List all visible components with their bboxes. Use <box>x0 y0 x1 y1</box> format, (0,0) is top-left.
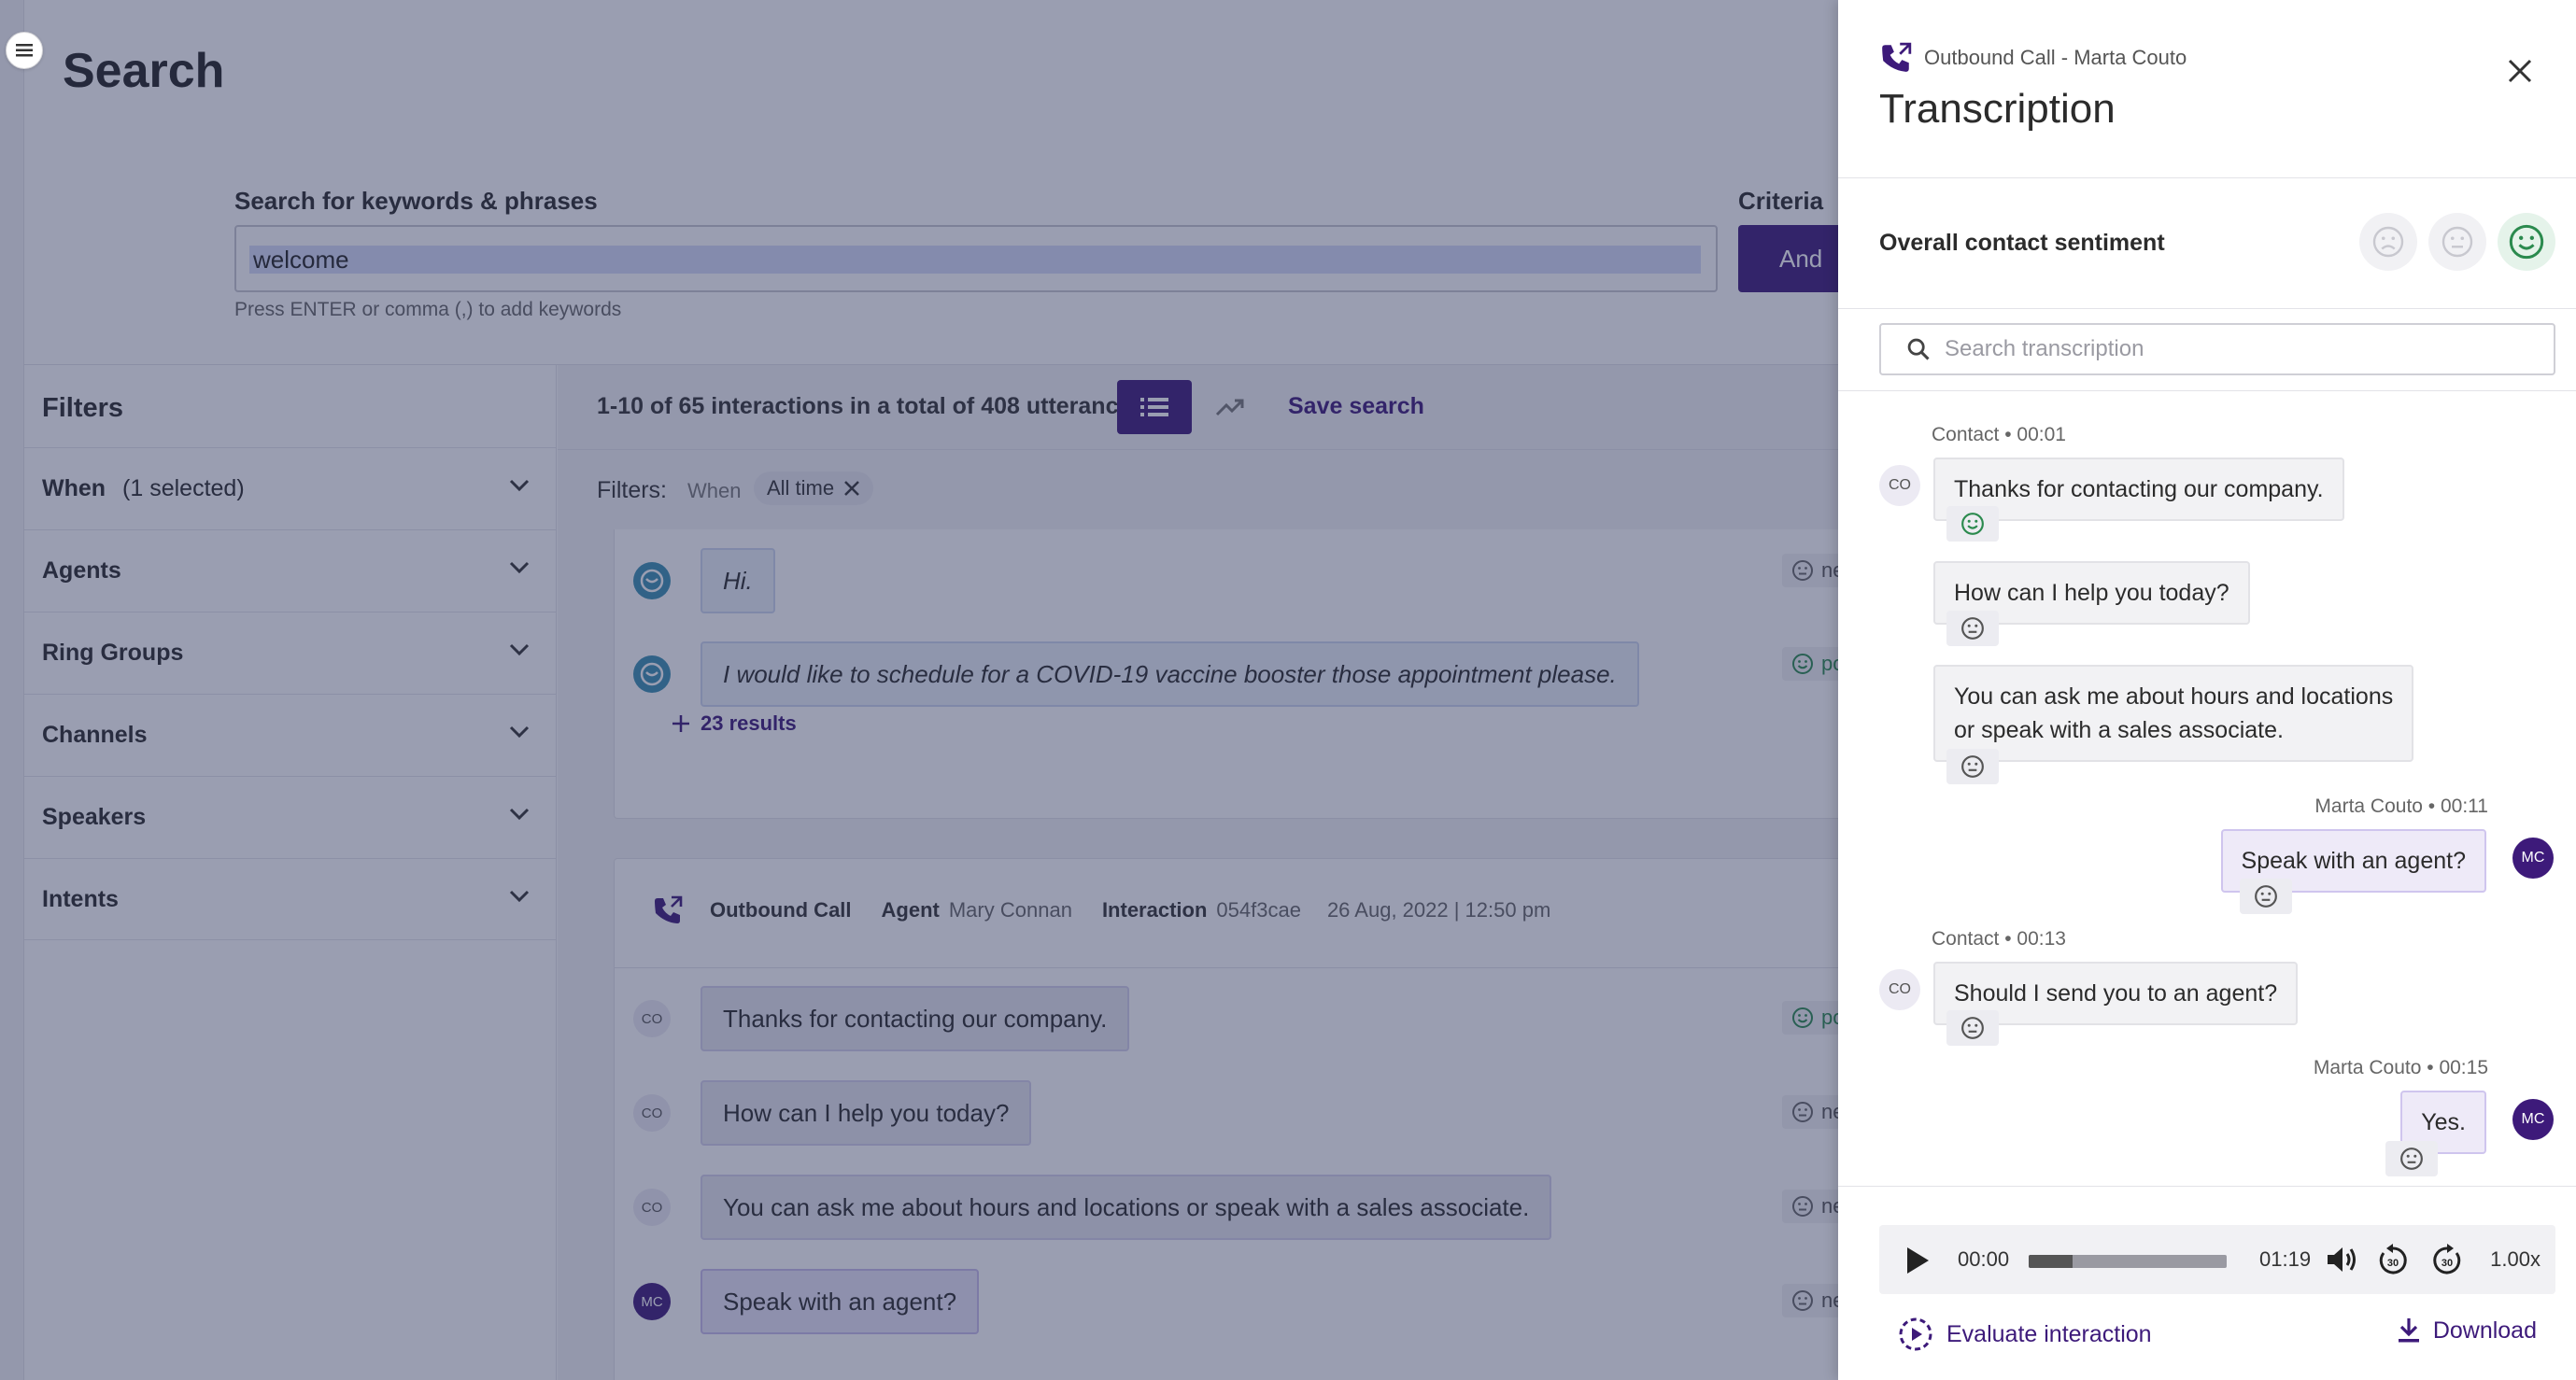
evaluate-label: Evaluate interaction <box>1946 1320 2152 1347</box>
happy-face-icon[interactable] <box>1946 506 1999 542</box>
current-time: 00:00 <box>1958 1247 2010 1271</box>
download-button[interactable]: Download <box>2396 1317 2537 1345</box>
play-icon[interactable] <box>1904 1246 1932 1275</box>
contact-avatar: CO <box>1879 969 1920 1010</box>
panel-title: Transcription <box>1879 86 2116 132</box>
menu-icon <box>16 44 33 57</box>
happy-face-icon <box>2498 213 2555 271</box>
neutral-face-icon[interactable] <box>2385 1141 2438 1176</box>
sad-face-icon <box>2359 213 2417 271</box>
rewind-30-icon[interactable]: 30 <box>2376 1244 2410 1277</box>
volume-icon[interactable] <box>2326 1244 2359 1275</box>
evaluate-interaction-button[interactable]: Evaluate interaction <box>1898 1317 2152 1352</box>
forward-30-icon[interactable]: 30 <box>2430 1244 2464 1277</box>
neutral-face-icon[interactable] <box>1946 611 1999 646</box>
neutral-face-icon[interactable] <box>1946 749 1999 784</box>
seek-bar[interactable] <box>2029 1255 2227 1268</box>
overall-sentiment-indicator <box>2359 213 2555 271</box>
overall-sentiment-label: Overall contact sentiment <box>1879 230 2165 256</box>
duration: 01:19 <box>2259 1247 2312 1271</box>
svg-text:30: 30 <box>2387 1258 2399 1269</box>
close-icon[interactable] <box>2505 56 2535 86</box>
agent-avatar: MC <box>2512 838 2554 879</box>
transcription-search-input[interactable] <box>1945 336 2505 362</box>
agent-avatar: MC <box>2512 1099 2554 1140</box>
neutral-face-icon[interactable] <box>1946 1010 1999 1046</box>
modal-backdrop[interactable] <box>0 0 1838 1380</box>
download-icon <box>2398 1318 2419 1343</box>
transcript-message-line: You can ask me about hours and locations <box>1954 683 2394 710</box>
message-meta: Marta Couto • 00:11 <box>2314 796 2488 817</box>
outbound-call-icon <box>1882 42 1912 72</box>
seek-bar-progress <box>2029 1255 2073 1268</box>
evaluate-icon <box>1899 1317 1932 1351</box>
panel-subtitle: Outbound Call - Marta Couto <box>1879 41 2187 75</box>
divider <box>1838 1186 2576 1187</box>
menu-toggle-button[interactable] <box>6 32 43 69</box>
download-label: Download <box>2432 1317 2537 1344</box>
search-icon <box>1907 338 1930 360</box>
transcript-message-line: or speak with a sales associate. <box>1954 717 2284 743</box>
transcription-panel: Outbound Call - Marta Couto Transcriptio… <box>1838 0 2576 1380</box>
neutral-face-icon <box>2428 213 2486 271</box>
playback-rate-button[interactable]: 1.00x <box>2490 1247 2541 1272</box>
message-meta: Contact • 00:13 <box>1932 928 2066 950</box>
message-meta: Contact • 00:01 <box>1932 424 2066 445</box>
divider <box>1838 390 2576 391</box>
audio-player: 00:00 01:19 30 30 1.00x <box>1879 1225 2555 1294</box>
transcription-search-field[interactable] <box>1879 323 2555 375</box>
transcript-message[interactable]: You can ask me about hours and locations… <box>1933 665 2414 762</box>
message-meta: Marta Couto • 00:15 <box>2313 1057 2488 1078</box>
contact-avatar: CO <box>1879 465 1920 506</box>
panel-subtitle-text: Outbound Call - Marta Couto <box>1924 46 2187 69</box>
divider <box>1838 308 2576 309</box>
divider <box>1838 177 2576 178</box>
svg-text:30: 30 <box>2442 1258 2453 1269</box>
neutral-face-icon[interactable] <box>2240 879 2292 914</box>
